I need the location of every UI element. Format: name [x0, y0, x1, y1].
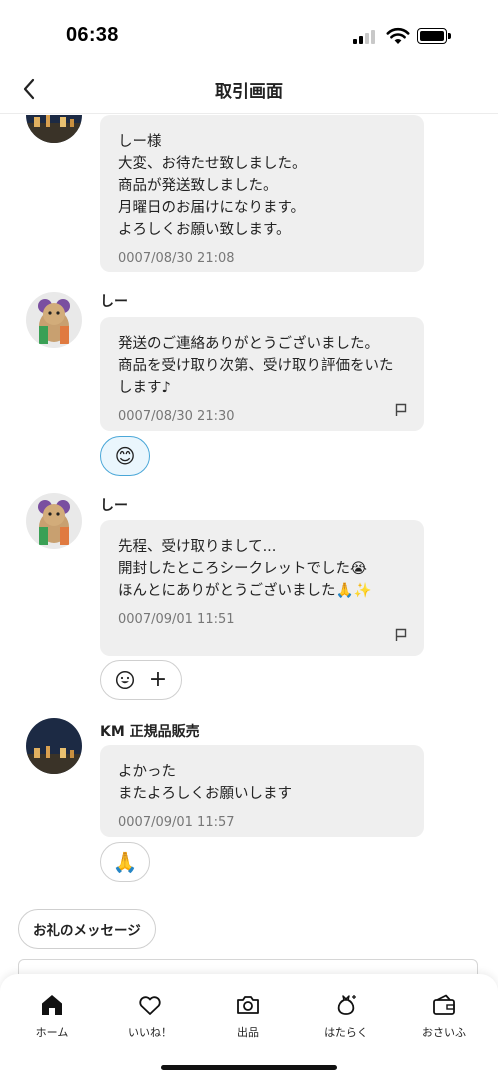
thanks-message-button[interactable]: お礼のメッセージ: [18, 909, 156, 949]
nav-wallet[interactable]: おさいふ: [404, 992, 484, 1040]
wallet-icon: [433, 994, 455, 1015]
home-indicator: [161, 1065, 337, 1070]
reaction-pray[interactable]: 🙏: [100, 842, 150, 882]
buyer-avatar[interactable]: [26, 292, 82, 348]
message-text: しー様 大変、お待たせ致しました。 商品が発送致しました。 月曜日のお届けになり…: [118, 134, 307, 238]
seller-avatar[interactable]: [26, 718, 82, 774]
sender-name: しー: [100, 294, 128, 310]
sender-name: KM 正規品販売: [100, 724, 200, 740]
folded-hands-emoji: 🙏: [112, 850, 138, 874]
message-timestamp: 0007/08/30 21:08: [118, 251, 235, 266]
report-flag-icon[interactable]: [394, 403, 408, 417]
nav-label: いいね！: [128, 1026, 172, 1039]
message-bubble: 先程、受け取りまして... 開封したところシークレットでした😭 ほんとにありがと…: [100, 520, 424, 656]
message-input[interactable]: [18, 959, 478, 975]
message-text: よかった またよろしくお願いします: [118, 764, 292, 802]
trade-screen: 06:38 取引画面 しー様 大変、お待たせ致しました。 商品が発送致しました。…: [0, 0, 498, 1080]
heart-icon: [139, 996, 161, 1015]
cellular-signal-icon: [353, 30, 377, 44]
wifi-icon: [386, 27, 410, 44]
nav-likes[interactable]: いいね！: [110, 992, 190, 1040]
sender-name: しー: [100, 498, 128, 514]
nav-sell[interactable]: 出品: [208, 992, 288, 1040]
message-text: 発送のご連絡ありがとうございました。 商品を受け取り次第、受け取り評価をいたしま…: [118, 336, 394, 396]
seller-avatar[interactable]: [26, 115, 82, 143]
nav-label: 出品: [237, 1026, 259, 1039]
add-reaction-button[interactable]: +: [100, 660, 182, 700]
nav-home[interactable]: ホーム: [12, 992, 92, 1040]
reaction-smile[interactable]: 😊: [100, 436, 150, 476]
status-time: 06:38: [66, 24, 119, 46]
smiling-face-emoji: 😊: [114, 444, 136, 468]
nav-label: はたらく: [324, 1026, 368, 1039]
bottom-nav: ホーム いいね！ 出品 はたらく おさいふ: [0, 974, 498, 1080]
message-bubble: 発送のご連絡ありがとうございました。 商品を受け取り次第、受け取り評価をいたしま…: [100, 317, 424, 431]
plus-icon: +: [148, 667, 168, 692]
message-text: 先程、受け取りまして... 開封したところシークレットでした😭 ほんとにありがと…: [118, 539, 372, 599]
status-bar: 06:38: [0, 0, 498, 66]
camera-icon: [237, 996, 259, 1014]
header: 取引画面: [0, 66, 498, 114]
nav-label: ホーム: [35, 1026, 69, 1039]
nav-label: おさいふ: [422, 1026, 466, 1039]
message-timestamp: 0007/08/30 21:30: [118, 409, 235, 424]
emoji-face-icon: [115, 670, 134, 690]
message-bubble: よかった またよろしくお願いします 0007/09/01 11:57: [100, 745, 424, 837]
home-icon: [42, 995, 62, 1015]
report-flag-icon[interactable]: [394, 628, 408, 642]
message-timestamp: 0007/09/01 11:51: [118, 612, 235, 627]
page-title: 取引画面: [215, 82, 283, 102]
message-bubble: しー様 大変、お待たせ致しました。 商品が発送致しました。 月曜日のお届けになり…: [100, 115, 424, 272]
message-timestamp: 0007/09/01 11:57: [118, 815, 235, 830]
chat-thread[interactable]: しー様 大変、お待たせ致しました。 商品が発送致しました。 月曜日のお届けになり…: [0, 115, 498, 975]
money-bag-icon: [337, 995, 356, 1015]
battery-icon: [417, 28, 451, 44]
buyer-avatar[interactable]: [26, 493, 82, 549]
nav-work[interactable]: はたらく: [306, 992, 386, 1040]
